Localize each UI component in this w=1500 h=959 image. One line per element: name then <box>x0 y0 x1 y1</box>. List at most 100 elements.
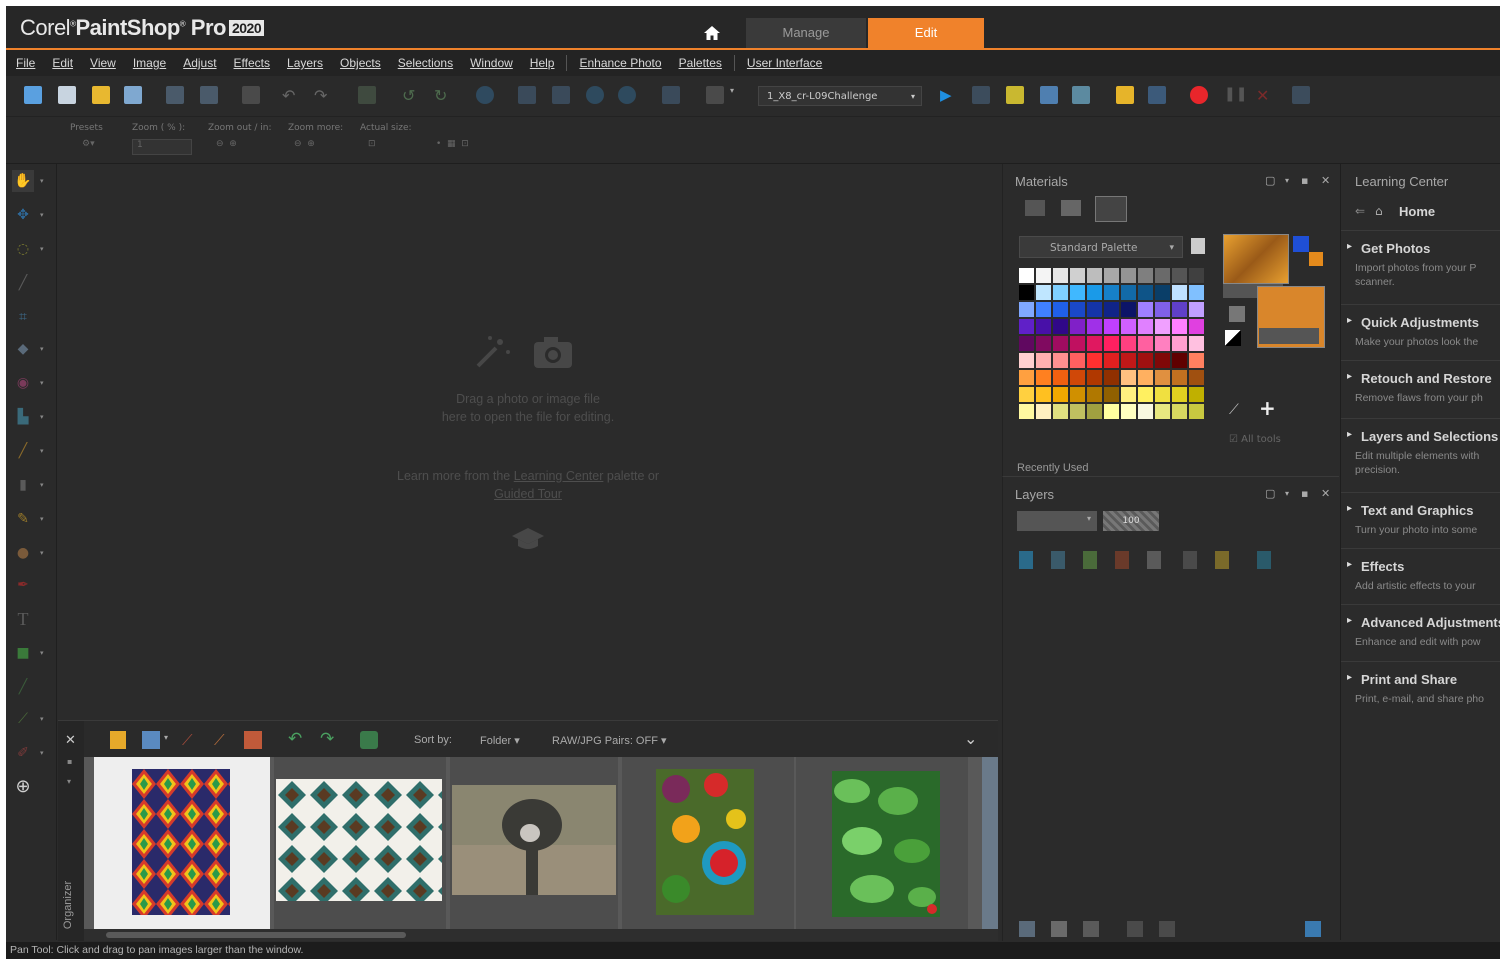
learning-section[interactable]: ▸ Advanced Adjustments Enhance and edit w… <box>1341 604 1500 661</box>
color-swatch[interactable] <box>1036 302 1051 317</box>
color-swatch[interactable] <box>1155 319 1170 334</box>
color-swatch[interactable] <box>1087 268 1102 283</box>
opacity-slider[interactable]: 100 <box>1103 511 1159 531</box>
dropper-icon[interactable]: ⟋ <box>1229 402 1239 418</box>
color-swatch[interactable] <box>1138 285 1153 300</box>
chevron-down-icon[interactable]: ▾ <box>40 345 48 353</box>
duplicate-layer-icon[interactable] <box>1147 551 1161 569</box>
add-tool-icon[interactable]: ⊕ <box>12 776 34 798</box>
menu-user-interface[interactable]: User Interface <box>747 56 822 70</box>
straighten-icon[interactable]: ◆ <box>12 338 34 360</box>
color-swatch[interactable] <box>1189 387 1204 402</box>
color-swatch[interactable] <box>1053 404 1068 419</box>
color-swatch[interactable] <box>1087 336 1102 351</box>
workspace-canvas[interactable]: Drag a photo or image file here to open … <box>58 164 998 720</box>
color-swatch[interactable] <box>1172 336 1187 351</box>
save-as-icon[interactable] <box>200 86 218 104</box>
zoom-out-icon[interactable] <box>586 86 604 104</box>
color-swatch[interactable] <box>1172 285 1187 300</box>
color-swatch[interactable] <box>1138 370 1153 385</box>
menu-help[interactable]: Help <box>530 56 555 70</box>
color-swatch[interactable] <box>1155 285 1170 300</box>
pin-icon[interactable]: ▪ <box>1301 174 1308 187</box>
batch-process-icon[interactable] <box>1040 86 1058 104</box>
learning-section-title[interactable]: Layers and Selections <box>1361 429 1498 444</box>
thumbnail-emu[interactable] <box>450 757 618 929</box>
guided-tour-link[interactable]: Guided Tour <box>494 487 562 501</box>
menu-edit[interactable]: Edit <box>52 56 73 70</box>
full-screen-icon[interactable] <box>552 86 570 104</box>
open-folder-icon[interactable] <box>92 86 110 104</box>
foreground-texture-swatch[interactable] <box>1223 234 1289 284</box>
thumbnail-tribal-pattern[interactable] <box>94 757 270 929</box>
tab-edit[interactable]: Edit <box>868 18 984 48</box>
back-arrow-icon[interactable]: ⇐ <box>1355 204 1365 218</box>
color-swatch[interactable] <box>1189 353 1204 368</box>
color-swatch[interactable] <box>1138 336 1153 351</box>
close-icon[interactable]: ✕ <box>1321 174 1330 187</box>
orange-swatch[interactable] <box>1309 252 1323 266</box>
color-swatch[interactable] <box>1104 387 1119 402</box>
color-swatch[interactable] <box>1189 319 1204 334</box>
learning-section[interactable]: ▸ Get Photos Import photos from your P sc… <box>1341 230 1500 288</box>
color-swatch[interactable] <box>1189 302 1204 317</box>
all-tools-checkbox[interactable]: ☑ All tools <box>1229 434 1281 445</box>
new-file-icon[interactable] <box>24 86 42 104</box>
fit-icon[interactable] <box>518 86 536 104</box>
learning-section[interactable]: ▸ Layers and Selections Edit multiple ele… <box>1341 418 1500 476</box>
brush-icon[interactable]: ⟋ <box>182 731 193 749</box>
makeover-icon[interactable]: ▙ <box>12 406 34 428</box>
color-swatch[interactable] <box>1104 285 1119 300</box>
color-swatch[interactable] <box>1053 319 1068 334</box>
link-icon[interactable] <box>1183 551 1197 569</box>
color-swatch[interactable] <box>1036 404 1051 419</box>
swap-colors-icon[interactable] <box>1229 306 1245 322</box>
learning-center-link[interactable]: Learning Center <box>514 469 604 483</box>
color-swatch[interactable] <box>1121 285 1136 300</box>
color-swatch[interactable] <box>1036 268 1051 283</box>
color-swatch[interactable] <box>1172 319 1187 334</box>
color-swatch[interactable] <box>1121 319 1136 334</box>
chevron-down-icon[interactable]: ▾ <box>40 447 48 455</box>
zoom-in-icon[interactable] <box>618 86 636 104</box>
visibility-icon[interactable] <box>1257 551 1271 569</box>
run-script-icon[interactable]: ▶ <box>940 86 958 104</box>
save-record-icon[interactable] <box>1292 86 1310 104</box>
crop-tool-icon[interactable]: ⌗ <box>12 306 34 328</box>
learning-home-link[interactable]: Home <box>1399 204 1435 219</box>
color-swatch[interactable] <box>1053 285 1068 300</box>
color-swatch[interactable] <box>1087 404 1102 419</box>
frame-tab-icon[interactable] <box>1025 200 1045 216</box>
layer-properties-icon[interactable] <box>1019 921 1035 937</box>
color-swatch[interactable] <box>1019 268 1034 283</box>
learning-section[interactable]: ▸ Print and Share Print, e-mail, and shar… <box>1341 661 1500 718</box>
merge-layer-icon[interactable] <box>1127 921 1143 937</box>
actual-size-button[interactable]: ⊡ <box>368 139 376 153</box>
color-swatch[interactable] <box>1104 336 1119 351</box>
color-swatch[interactable] <box>1070 370 1085 385</box>
color-swatch[interactable] <box>1070 319 1085 334</box>
color-swatch[interactable] <box>1019 353 1034 368</box>
add-swatch-icon[interactable]: + <box>1259 396 1276 420</box>
thumbnail-diamond-tiles[interactable] <box>274 757 446 929</box>
color-swatch[interactable] <box>1121 268 1136 283</box>
chevron-down-icon[interactable]: ▾ <box>730 86 738 104</box>
rectangle-tool-icon[interactable]: ■ <box>12 642 34 664</box>
cancel-record-icon[interactable]: ✕ <box>1256 86 1274 105</box>
edit-icon[interactable]: ⟋ <box>214 731 225 749</box>
color-swatch[interactable] <box>1121 302 1136 317</box>
open-script-folder-icon[interactable] <box>1116 86 1134 104</box>
color-swatch[interactable] <box>1036 319 1051 334</box>
learning-section[interactable]: ▸ Text and Graphics Turn your photo into … <box>1341 492 1500 549</box>
mask-icon[interactable] <box>1115 551 1129 569</box>
home-icon[interactable]: ⌂ <box>1375 204 1383 218</box>
pause-icon[interactable]: ❚❚ <box>1224 86 1247 104</box>
chevron-down-icon[interactable]: ▾ <box>1285 176 1289 185</box>
rotate-right-icon[interactable]: ↻ <box>434 86 452 105</box>
color-swatch[interactable] <box>1104 404 1119 419</box>
learning-section[interactable]: ▸ Quick Adjustments Make your photos look… <box>1341 304 1500 361</box>
menu-view[interactable]: View <box>90 56 116 70</box>
color-swatch[interactable] <box>1036 387 1051 402</box>
paint-brush-icon[interactable]: ╱ <box>12 440 34 462</box>
pan-tool-icon[interactable]: ✋ <box>12 170 34 192</box>
